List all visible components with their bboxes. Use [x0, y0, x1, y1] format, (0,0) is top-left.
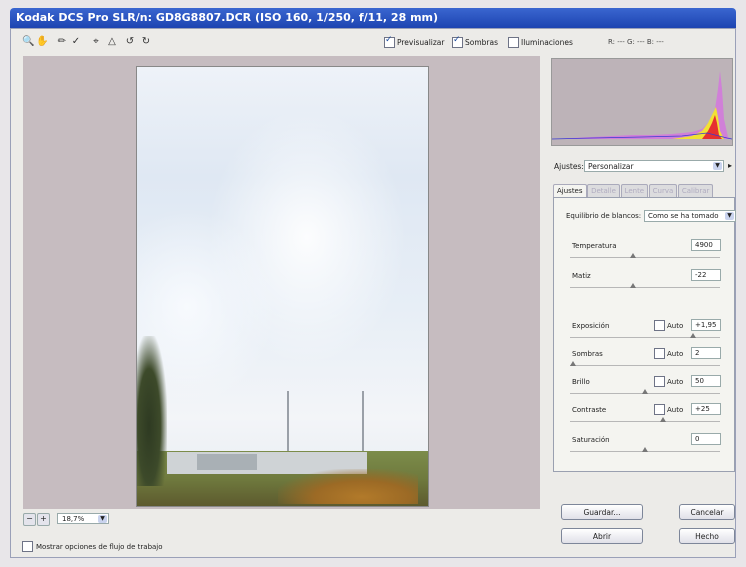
settings-row: Ajustes: Personalizar ▼ ▸	[552, 160, 736, 173]
exposure-input[interactable]: +1,95	[691, 319, 721, 331]
color-sampler-icon[interactable]: ✓	[70, 36, 82, 48]
param-label: Brillo	[572, 378, 590, 386]
param-exposure: Exposición Auto +1,95	[554, 319, 736, 350]
tint-slider-thumb[interactable]	[630, 283, 636, 288]
white-balance-select[interactable]: Como se ha tomado ▼	[644, 210, 736, 222]
brightness-auto-check-icon[interactable]	[654, 376, 665, 387]
zoom-icon[interactable]: 🔍	[22, 36, 34, 48]
shadows-slider-thumb[interactable]	[570, 361, 576, 366]
zoom-in-button[interactable]: +	[37, 513, 50, 526]
param-shadows: Sombras Auto 2	[554, 347, 736, 378]
shadows-label: Sombras	[465, 38, 499, 47]
temperature-slider[interactable]	[570, 257, 720, 258]
toolbar: 🔍 ✋ ✏ ✓ ⌖ △ ↺ ↻ Previsualizar Sombras Il…	[10, 34, 736, 50]
tint-input[interactable]: -22	[691, 269, 721, 281]
settings-value: Personalizar	[588, 162, 634, 171]
param-label: Matiz	[572, 272, 591, 280]
tab-detalle[interactable]: Detalle	[587, 184, 620, 197]
shadows-auto-checkbox[interactable]: Auto	[654, 348, 683, 359]
param-brightness: Brillo Auto 50	[554, 375, 736, 406]
tab-lente[interactable]: Lente	[620, 184, 649, 197]
white-balance-row: Equilibrio de blancos: Como se ha tomado…	[566, 210, 736, 222]
param-temperature: Temperatura 4900	[554, 239, 736, 270]
window-title-bar: Kodak DCS Pro SLR/n: GD8G8807.DCR (ISO 1…	[10, 8, 736, 28]
straighten-icon[interactable]: △	[106, 36, 118, 48]
shadows-input[interactable]: 2	[691, 347, 721, 359]
done-button[interactable]: Hecho	[679, 528, 735, 544]
auto-label: Auto	[667, 321, 684, 330]
hand-icon[interactable]: ✋	[36, 36, 48, 48]
white-balance-value: Como se ha tomado	[648, 212, 719, 220]
crop-icon[interactable]: ⌖	[90, 36, 102, 48]
save-button[interactable]: Guardar...	[561, 504, 643, 520]
histogram-graph	[552, 71, 732, 140]
param-label: Temperatura	[572, 242, 617, 250]
brightness-auto-checkbox[interactable]: Auto	[654, 376, 683, 387]
preview-check-icon[interactable]	[384, 35, 395, 48]
param-contrast: Contraste Auto +25	[554, 403, 736, 434]
rotate-left-icon[interactable]: ↺	[124, 36, 136, 48]
settings-menu-icon[interactable]: ▸	[728, 161, 732, 170]
contrast-input[interactable]: +25	[691, 403, 721, 415]
brightness-input[interactable]: 50	[691, 375, 721, 387]
histogram	[551, 58, 733, 146]
workflow-check-icon[interactable]	[22, 541, 33, 552]
zoom-value: 18,7%	[62, 515, 85, 523]
workflow-options-checkbox[interactable]: Mostrar opciones de flujo de trabajo	[22, 541, 163, 552]
eyedropper-icon[interactable]: ✏	[56, 36, 68, 48]
settings-label: Ajustes:	[554, 162, 584, 171]
workflow-label: Mostrar opciones de flujo de trabajo	[36, 542, 163, 551]
tint-slider[interactable]	[570, 287, 720, 288]
chevron-down-icon: ▼	[98, 515, 107, 523]
contrast-slider[interactable]	[570, 421, 720, 422]
contrast-slider-thumb[interactable]	[660, 417, 666, 422]
shadows-slider[interactable]	[570, 365, 720, 366]
highlights-check-icon[interactable]	[508, 37, 519, 48]
highlights-label: Iluminaciones	[521, 38, 573, 47]
temperature-slider-thumb[interactable]	[630, 253, 636, 258]
tab-ajustes[interactable]: Ajustes	[553, 184, 587, 197]
window-title: Kodak DCS Pro SLR/n: GD8G8807.DCR (ISO 1…	[16, 11, 439, 24]
adjustments-panel: Equilibrio de blancos: Como se ha tomado…	[553, 197, 736, 472]
auto-label: Auto	[667, 349, 684, 358]
white-balance-label: Equilibrio de blancos:	[566, 212, 642, 220]
contrast-auto-checkbox[interactable]: Auto	[654, 404, 683, 415]
param-saturation: Saturación 0	[554, 433, 736, 464]
param-label: Saturación	[572, 436, 610, 444]
highlights-checkbox[interactable]: Iluminaciones	[506, 37, 573, 48]
auto-label: Auto	[667, 405, 684, 414]
photo-preview[interactable]	[136, 66, 429, 507]
zoom-out-button[interactable]: −	[23, 513, 36, 526]
preview-checkbox[interactable]: Previsualizar	[382, 35, 445, 48]
temperature-input[interactable]: 4900	[691, 239, 721, 251]
auto-label: Auto	[667, 377, 684, 386]
chevron-down-icon: ▼	[725, 212, 734, 220]
shadows-check-icon[interactable]	[452, 35, 463, 48]
exposure-slider[interactable]	[570, 337, 720, 338]
settings-select[interactable]: Personalizar ▼	[584, 160, 724, 172]
param-label: Exposición	[572, 322, 610, 330]
shadows-auto-check-icon[interactable]	[654, 348, 665, 359]
brightness-slider-thumb[interactable]	[642, 389, 648, 394]
preview-label: Previsualizar	[397, 38, 445, 47]
param-tint: Matiz -22	[554, 269, 736, 300]
contrast-auto-check-icon[interactable]	[654, 404, 665, 415]
saturation-slider-thumb[interactable]	[642, 447, 648, 452]
zoom-select[interactable]: 18,7% ▼	[57, 513, 109, 524]
exposure-auto-check-icon[interactable]	[654, 320, 665, 331]
saturation-input[interactable]: 0	[691, 433, 721, 445]
open-button[interactable]: Abrir	[561, 528, 643, 544]
param-label: Contraste	[572, 406, 607, 414]
tab-curva[interactable]: Curva	[648, 184, 678, 197]
param-label: Sombras	[572, 350, 603, 358]
tab-calibrar[interactable]: Calibrar	[677, 184, 714, 197]
rgb-readout: R: --- G: --- B: ---	[608, 38, 664, 46]
exposure-auto-checkbox[interactable]: Auto	[654, 320, 683, 331]
rotate-right-icon[interactable]: ↻	[140, 36, 152, 48]
cancel-button[interactable]: Cancelar	[679, 504, 735, 520]
chevron-down-icon: ▼	[713, 162, 722, 170]
tab-bar: Ajustes Detalle Lente Curva Calibrar	[553, 184, 735, 197]
shadows-checkbox[interactable]: Sombras	[450, 35, 499, 48]
exposure-slider-thumb[interactable]	[690, 333, 696, 338]
